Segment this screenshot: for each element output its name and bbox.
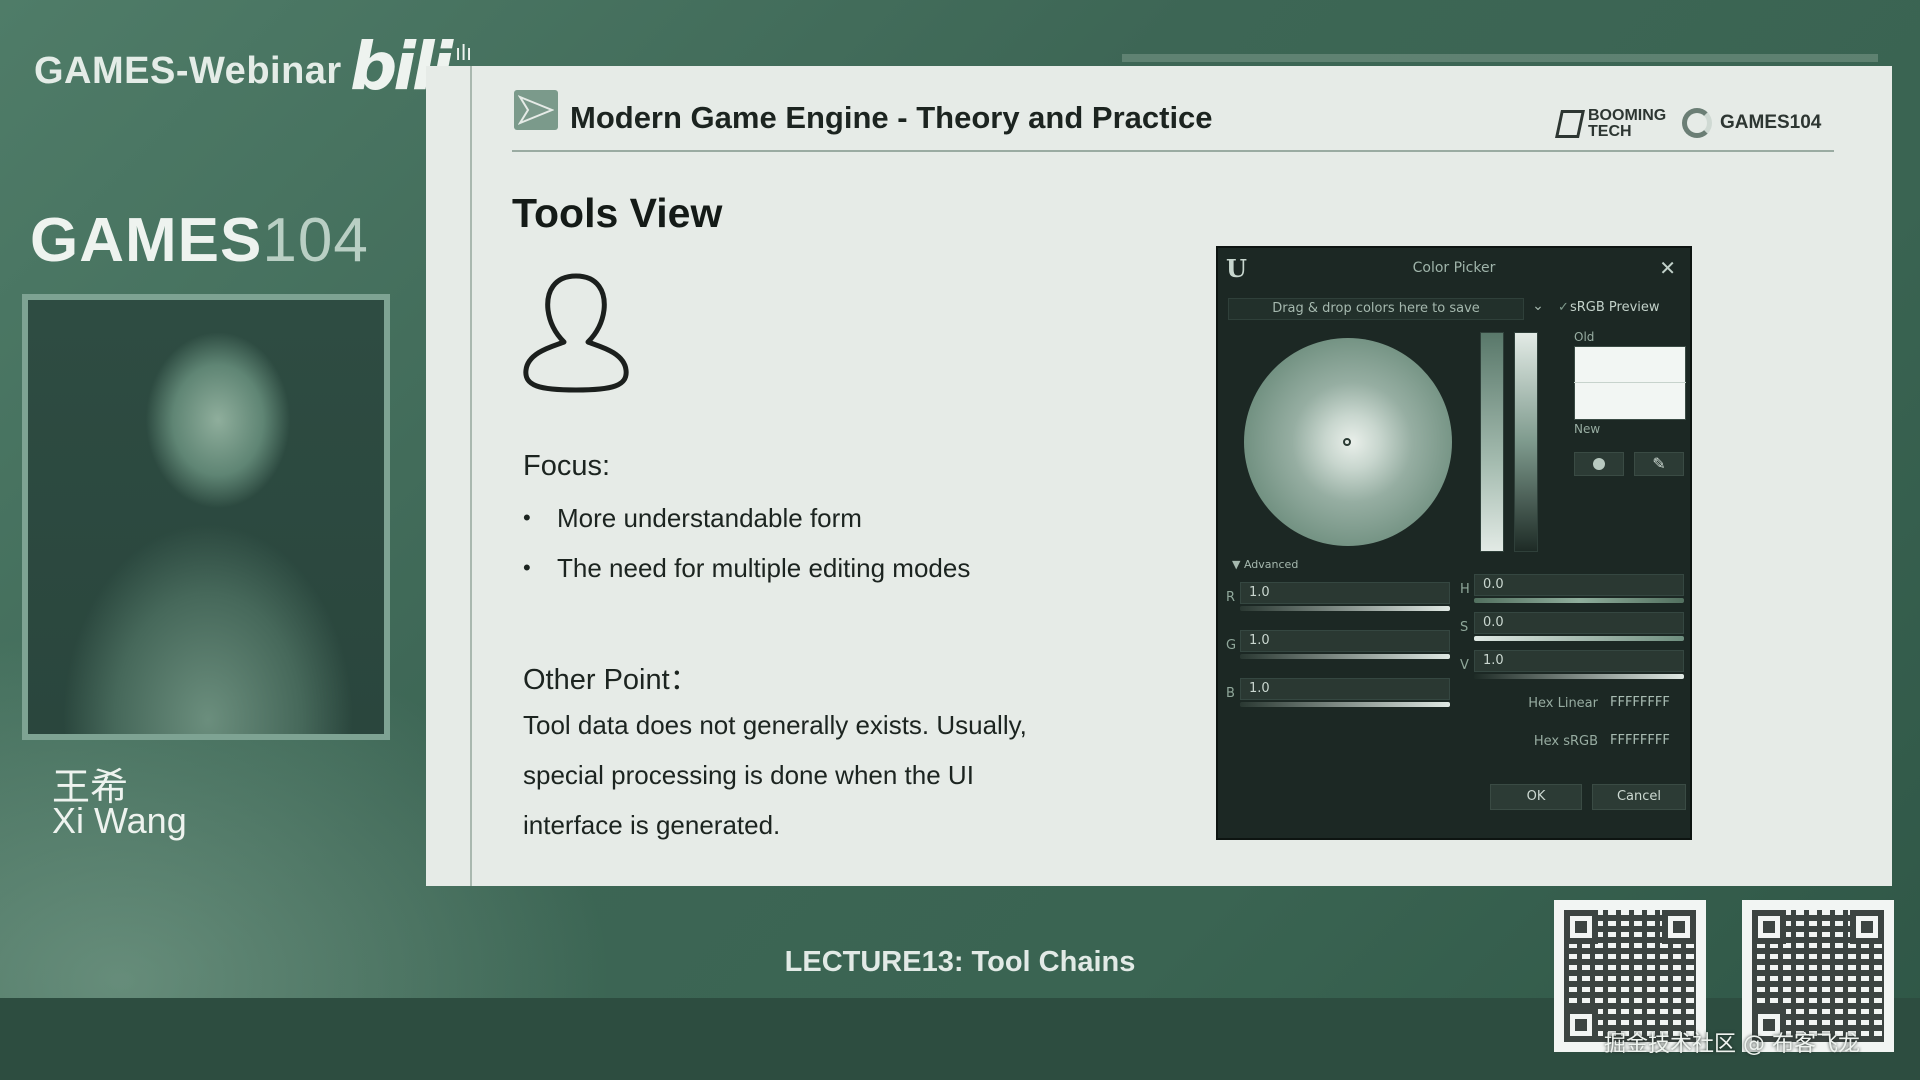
color-wheel-selector[interactable] bbox=[1343, 438, 1351, 446]
games104-logo: GAMES104 bbox=[30, 205, 369, 276]
games104-logo-number: 104 bbox=[262, 206, 369, 275]
color-wheel-mode-button[interactable] bbox=[1574, 452, 1624, 476]
s-input[interactable]: 0.0 bbox=[1474, 612, 1684, 634]
games104-logo-main: GAMES bbox=[30, 206, 263, 275]
color-themes-drop-zone[interactable]: Drag & drop colors here to save bbox=[1228, 298, 1524, 320]
presenter-video bbox=[22, 294, 390, 740]
s-slider[interactable] bbox=[1474, 636, 1684, 641]
window-title: Color Picker bbox=[1412, 260, 1496, 276]
other-point-line: Tool data does not generally exists. Usu… bbox=[523, 710, 1027, 740]
games104-small-text: GAMES104 bbox=[1720, 112, 1822, 133]
srgb-preview-checkbox[interactable]: ✓sRGB Preview bbox=[1558, 300, 1660, 315]
qr-code-pattern bbox=[1564, 910, 1696, 1042]
slide-title: Tools View bbox=[512, 190, 723, 236]
booming-tech-text: BOOMING TECH bbox=[1588, 107, 1667, 140]
h-label: H bbox=[1460, 582, 1470, 597]
qr-finder bbox=[1564, 1008, 1598, 1042]
saturation-slider[interactable] bbox=[1480, 332, 1504, 552]
ok-button[interactable]: OK bbox=[1490, 784, 1582, 810]
qr-finder bbox=[1662, 910, 1696, 944]
qr-finder bbox=[1564, 910, 1598, 944]
v-slider[interactable] bbox=[1474, 674, 1684, 679]
other-point-line: special processing is done when the UI bbox=[523, 760, 974, 790]
hex-linear-label: Hex Linear bbox=[1528, 696, 1598, 711]
booming-tech-logo: BOOMING TECH bbox=[1555, 107, 1672, 140]
course-title: Modern Game Engine - Theory and Practice bbox=[570, 100, 1213, 135]
swatch-divider bbox=[1574, 382, 1686, 383]
checkmark-icon: ✓ bbox=[1558, 300, 1569, 315]
new-color-label: New bbox=[1574, 422, 1601, 436]
list-item: The need for multiple editing modes bbox=[523, 550, 970, 600]
advanced-label: Advanced bbox=[1243, 558, 1299, 571]
old-color-label: Old bbox=[1574, 330, 1595, 344]
qr-finder bbox=[1850, 910, 1884, 944]
r-input[interactable]: 1.0 bbox=[1240, 582, 1450, 604]
qr-finder bbox=[1752, 910, 1786, 944]
color-picker-titlebar[interactable]: U Color Picker ✕ bbox=[1218, 248, 1690, 288]
speaker-name-en: Xi Wang bbox=[52, 800, 187, 841]
b-input[interactable]: 1.0 bbox=[1240, 678, 1450, 700]
hex-srgb-input[interactable]: FFFFFFFF bbox=[1604, 730, 1684, 752]
focus-list: More understandable form The need for mu… bbox=[523, 500, 970, 600]
color-preview-swatch bbox=[1574, 346, 1686, 420]
list-item: More understandable form bbox=[523, 500, 970, 550]
h-slider[interactable] bbox=[1474, 598, 1684, 603]
advanced-section-toggle[interactable]: ▼ Advanced bbox=[1232, 558, 1298, 571]
v-label: V bbox=[1460, 658, 1469, 673]
value-slider[interactable] bbox=[1514, 332, 1538, 552]
h-input[interactable]: 0.0 bbox=[1474, 574, 1684, 596]
g-slider[interactable] bbox=[1240, 654, 1450, 659]
bilibili-tv-icon: ılı bbox=[455, 40, 473, 65]
other-point-text: Tool data does not generally exists. Usu… bbox=[523, 700, 1103, 850]
s-label: S bbox=[1460, 620, 1469, 635]
eyedropper-icon[interactable]: ✎ bbox=[1634, 452, 1684, 476]
watermark: 掘金技术社区 @ 布客飞龙 bbox=[1604, 1032, 1860, 1057]
hex-srgb-label: Hex sRGB bbox=[1533, 734, 1598, 749]
chevron-down-icon[interactable]: ⌄ bbox=[1528, 298, 1548, 320]
presenter-image bbox=[28, 300, 384, 734]
user-icon bbox=[523, 273, 629, 393]
hex-linear-input[interactable]: FFFFFFFF bbox=[1604, 692, 1684, 714]
webinar-title: GAMES-Webinar bbox=[34, 50, 342, 92]
games104-small-logo: GAMES104 bbox=[1682, 108, 1821, 138]
slide-divider bbox=[470, 66, 472, 886]
header-divider bbox=[512, 150, 1834, 152]
other-point-line: interface is generated. bbox=[523, 810, 781, 840]
srgb-preview-label: sRGB Preview bbox=[1570, 300, 1660, 315]
focus-heading: Focus: bbox=[523, 450, 611, 482]
g-input[interactable]: 1.0 bbox=[1240, 630, 1450, 652]
other-point-heading: Other Point： bbox=[523, 664, 699, 696]
qr-code-pattern bbox=[1752, 910, 1884, 1042]
r-label: R bbox=[1226, 590, 1236, 605]
color-picker-window: U Color Picker ✕ Drag & drop colors here… bbox=[1216, 246, 1692, 840]
triangle-down-icon: ▼ bbox=[1232, 558, 1244, 571]
send-icon bbox=[514, 90, 558, 130]
v-input[interactable]: 1.0 bbox=[1474, 650, 1684, 672]
b-label: B bbox=[1226, 686, 1235, 701]
g-label: G bbox=[1226, 638, 1237, 653]
booming-tech-mark-icon bbox=[1555, 110, 1585, 138]
games104-mark-icon bbox=[1682, 108, 1712, 138]
close-icon[interactable]: ✕ bbox=[1659, 256, 1676, 280]
cancel-button[interactable]: Cancel bbox=[1592, 784, 1686, 810]
b-slider[interactable] bbox=[1240, 702, 1450, 707]
r-slider[interactable] bbox=[1240, 606, 1450, 611]
top-stripe bbox=[1122, 54, 1878, 62]
